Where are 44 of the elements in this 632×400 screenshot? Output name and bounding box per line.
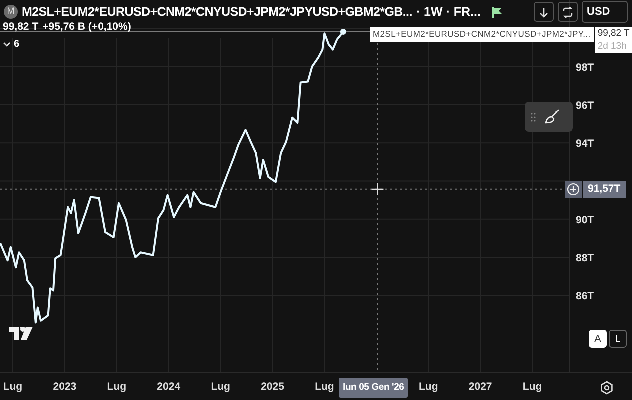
price-change: +95,76 B (+0,10%)	[42, 20, 132, 35]
chevron-down-icon	[3, 42, 11, 48]
last-price: 99,82 T	[3, 20, 39, 35]
time-axis-label: 2024	[157, 381, 181, 393]
time-axis-label: Lug	[522, 381, 542, 393]
interval-label[interactable]: · 1W · FR...	[416, 2, 481, 22]
last-value-label: 99,82 T	[598, 27, 631, 41]
crosshair-price-label: 91,57T	[583, 181, 626, 198]
currency-button[interactable]: USD	[582, 1, 628, 23]
series-label: M2SL+EUM2*EURUSD+CNM2*CNYUSD+JPM2*JPY...	[370, 27, 594, 42]
plus-circle-icon	[567, 183, 580, 196]
settings-icon[interactable]	[600, 381, 614, 395]
symbol-icon: M	[4, 5, 18, 19]
refresh-button[interactable]	[558, 2, 578, 22]
time-axis-label: Lug	[107, 381, 127, 393]
scale-mode-button[interactable]: L	[609, 330, 627, 348]
price-axis-label: 96T	[576, 100, 594, 112]
price-axis-label: 94T	[576, 138, 594, 150]
time-axis-label: Lug	[315, 381, 334, 393]
indicators-toggle[interactable]: 6	[3, 37, 20, 52]
scale-mode-button[interactable]: A	[589, 330, 607, 348]
time-axis-label: Lug	[419, 381, 438, 393]
logo-icon	[9, 327, 34, 340]
down-arrow-icon	[539, 6, 549, 18]
crosshair-time-label: lun 05 Gen '26	[339, 378, 408, 398]
download-button[interactable]	[534, 2, 554, 22]
price-axis-label: 98T	[576, 62, 594, 74]
price-axis-label: 88T	[576, 252, 594, 265]
time-axis-label: 2023	[53, 381, 77, 393]
symbol-title[interactable]: M2SL+EUM2*EURUSD+CNM2*CNYUSD+JPM2*JPYUSD+GBM2*GB...	[22, 2, 412, 22]
brush-icon[interactable]	[544, 109, 562, 125]
countdown-label: 2d 13h	[598, 41, 628, 52]
price-axis-label: 90T	[576, 214, 594, 226]
time-axis-label: 2025	[261, 381, 284, 393]
time-axis-label: 2027	[468, 381, 492, 393]
add-button[interactable]	[565, 181, 582, 198]
refresh-icon	[562, 6, 574, 18]
time-axis-label: Lug	[3, 381, 23, 393]
last-point-marker	[340, 29, 346, 36]
time-axis-label: Lug	[211, 381, 230, 393]
flag-icon[interactable]	[490, 6, 502, 18]
price-axis-label: 86T	[576, 290, 594, 303]
crosshair-icon	[371, 182, 384, 196]
drag-handle-icon[interactable]	[531, 112, 536, 122]
